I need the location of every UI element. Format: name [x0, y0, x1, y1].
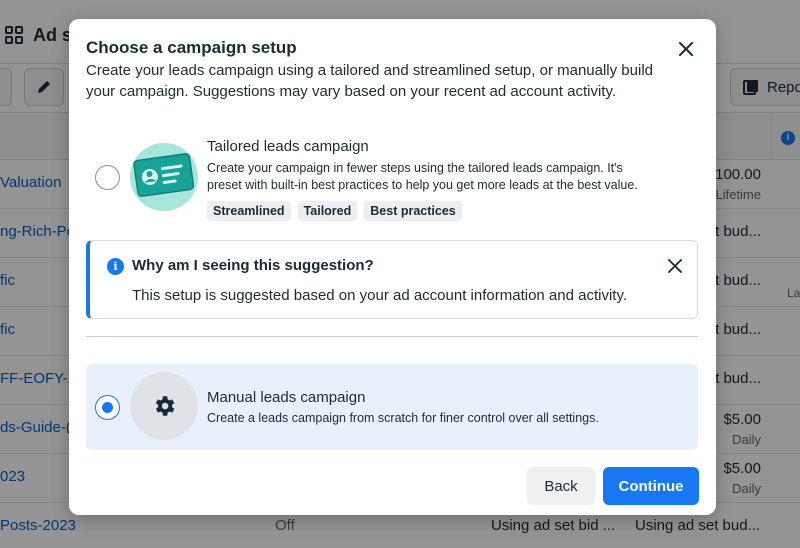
close-icon — [668, 259, 682, 273]
divider — [86, 336, 698, 337]
option-description: Create your campaign in fewer steps usin… — [207, 161, 638, 192]
option-description: Create a leads campaign from scratch for… — [207, 411, 599, 425]
option-manual-leads-campaign[interactable]: Manual leads campaign Create a leads cam… — [86, 364, 698, 450]
info-icon: i — [107, 258, 124, 275]
campaign-setup-dialog: Choose a campaign setup Create your lead… — [69, 19, 716, 515]
tag-best-practices: Best practices — [364, 201, 462, 221]
tag-tailored: Tailored — [297, 201, 358, 221]
radio-selected-dot — [102, 402, 113, 413]
lead-card-illustration-icon — [130, 143, 198, 211]
back-button[interactable]: Back — [527, 467, 595, 505]
close-icon — [679, 42, 693, 56]
settings-illustration — [130, 372, 198, 440]
option-tailored-leads-campaign[interactable]: Tailored leads campaign Create your camp… — [86, 127, 698, 223]
option-tags: Streamlined Tailored Best practices — [207, 201, 462, 221]
continue-button[interactable]: Continue — [603, 467, 699, 505]
dialog-subtitle: Create your leads campaign using a tailo… — [86, 62, 653, 100]
tag-streamlined: Streamlined — [207, 201, 291, 221]
tailored-radio-button[interactable] — [95, 165, 120, 190]
dialog-title: Choose a campaign setup — [86, 38, 297, 57]
option-title: Tailored leads campaign — [207, 138, 369, 155]
close-button[interactable] — [672, 35, 700, 63]
gear-icon — [155, 396, 175, 416]
info-text: This setup is suggested based on your ad… — [132, 287, 628, 304]
manual-radio-button[interactable] — [95, 395, 120, 420]
dismiss-info-button[interactable] — [663, 254, 687, 278]
option-title: Manual leads campaign — [207, 389, 366, 406]
info-title: Why am I seeing this suggestion? — [132, 257, 374, 274]
suggestion-info-box: i Why am I seeing this suggestion? This … — [86, 240, 698, 319]
